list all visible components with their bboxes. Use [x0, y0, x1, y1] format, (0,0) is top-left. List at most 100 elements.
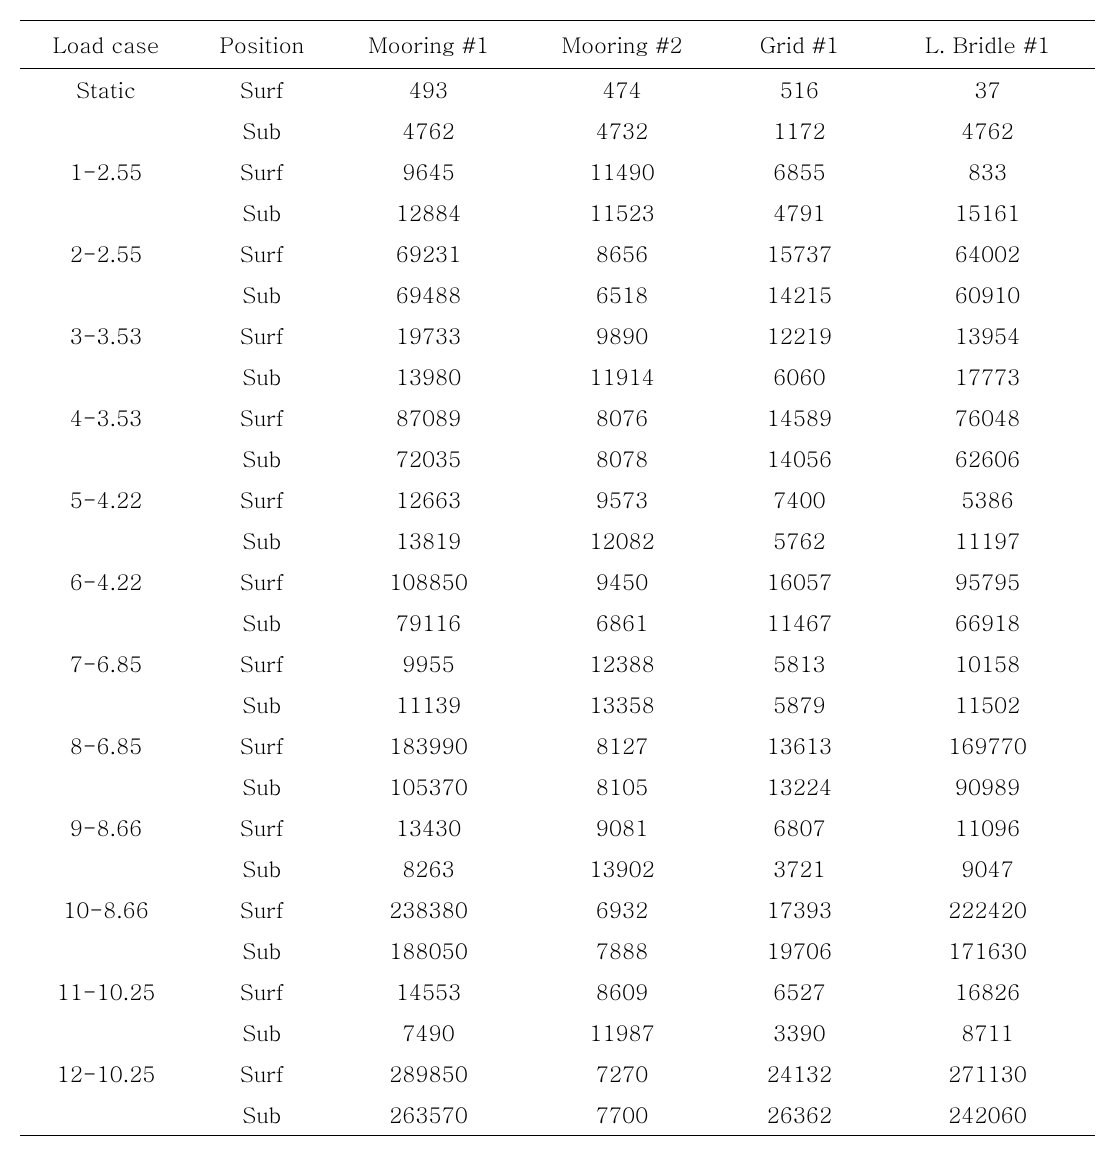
table-row: Sub1381912082576211197 — [20, 520, 1095, 561]
cell-grid-1: 24132 — [719, 1053, 880, 1094]
cell-mooring-1: 69231 — [332, 233, 526, 274]
cell-position: Sub — [192, 438, 332, 479]
cell-mooring-1: 87089 — [332, 397, 526, 438]
cell-position: Sub — [192, 602, 332, 643]
cell-grid-1: 3390 — [719, 1012, 880, 1053]
cell-l-bridle-1: 10158 — [880, 643, 1095, 684]
cell-mooring-1: 19733 — [332, 315, 526, 356]
cell-l-bridle-1: 11197 — [880, 520, 1095, 561]
table-row: Sub82631390237219047 — [20, 848, 1095, 889]
cell-l-bridle-1: 16826 — [880, 971, 1095, 1012]
cell-position: Surf — [192, 315, 332, 356]
cell-grid-1: 11467 — [719, 602, 880, 643]
cell-mooring-2: 12388 — [525, 643, 719, 684]
cell-grid-1: 14215 — [719, 274, 880, 315]
cell-load-case: 11-10.25 — [20, 971, 192, 1012]
cell-l-bridle-1: 37 — [880, 69, 1095, 111]
cell-mooring-1: 12663 — [332, 479, 526, 520]
cell-mooring-2: 7700 — [525, 1094, 719, 1136]
cell-mooring-2: 13902 — [525, 848, 719, 889]
cell-load-case — [20, 274, 192, 315]
cell-position: Surf — [192, 151, 332, 192]
cell-l-bridle-1: 833 — [880, 151, 1095, 192]
cell-mooring-1: 108850 — [332, 561, 526, 602]
cell-mooring-1: 493 — [332, 69, 526, 111]
cell-grid-1: 6060 — [719, 356, 880, 397]
cell-grid-1: 5762 — [719, 520, 880, 561]
cell-grid-1: 16057 — [719, 561, 880, 602]
cell-grid-1: 12219 — [719, 315, 880, 356]
col-header-mooring-2: Mooring #2 — [525, 21, 719, 69]
cell-grid-1: 6855 — [719, 151, 880, 192]
cell-mooring-1: 79116 — [332, 602, 526, 643]
cell-mooring-2: 9573 — [525, 479, 719, 520]
cell-mooring-2: 8656 — [525, 233, 719, 274]
cell-position: Surf — [192, 971, 332, 1012]
cell-mooring-2: 11987 — [525, 1012, 719, 1053]
cell-l-bridle-1: 13954 — [880, 315, 1095, 356]
cell-mooring-2: 8078 — [525, 438, 719, 479]
cell-load-case — [20, 438, 192, 479]
cell-load-case: 6-4.22 — [20, 561, 192, 602]
cell-position: Surf — [192, 561, 332, 602]
cell-l-bridle-1: 222420 — [880, 889, 1095, 930]
cell-position: Surf — [192, 1053, 332, 1094]
cell-grid-1: 15737 — [719, 233, 880, 274]
cell-l-bridle-1: 171630 — [880, 930, 1095, 971]
cell-mooring-1: 72035 — [332, 438, 526, 479]
cell-mooring-1: 183990 — [332, 725, 526, 766]
cell-mooring-2: 4732 — [525, 110, 719, 151]
cell-grid-1: 13224 — [719, 766, 880, 807]
col-header-l-bridle-1: L. Bridle #1 — [880, 21, 1095, 69]
cell-load-case — [20, 1012, 192, 1053]
cell-position: Surf — [192, 69, 332, 111]
cell-load-case: 1-2.55 — [20, 151, 192, 192]
cell-position: Sub — [192, 684, 332, 725]
table-row: Sub1288411523479115161 — [20, 192, 1095, 233]
cell-load-case: 12-10.25 — [20, 1053, 192, 1094]
cell-position: Surf — [192, 889, 332, 930]
cell-grid-1: 19706 — [719, 930, 880, 971]
cell-load-case — [20, 520, 192, 561]
table-row: 9-8.66Surf134309081680711096 — [20, 807, 1095, 848]
cell-mooring-2: 11914 — [525, 356, 719, 397]
cell-mooring-1: 4762 — [332, 110, 526, 151]
cell-position: Sub — [192, 848, 332, 889]
cell-position: Sub — [192, 110, 332, 151]
cell-load-case — [20, 684, 192, 725]
cell-position: Sub — [192, 1012, 332, 1053]
table-row: Sub6948865181421560910 — [20, 274, 1095, 315]
table-row: 11-10.25Surf145538609652716826 — [20, 971, 1095, 1012]
cell-mooring-1: 8263 — [332, 848, 526, 889]
cell-grid-1: 516 — [719, 69, 880, 111]
table-row: 6-4.22Surf10885094501605795795 — [20, 561, 1095, 602]
cell-load-case — [20, 192, 192, 233]
cell-grid-1: 26362 — [719, 1094, 880, 1136]
table-row: Sub188050788819706171630 — [20, 930, 1095, 971]
col-header-grid-1: Grid #1 — [719, 21, 880, 69]
cell-l-bridle-1: 95795 — [880, 561, 1095, 602]
cell-load-case — [20, 356, 192, 397]
table-row: StaticSurf49347451637 — [20, 69, 1095, 111]
table-row: 4-3.53Surf8708980761458976048 — [20, 397, 1095, 438]
cell-position: Sub — [192, 192, 332, 233]
cell-mooring-2: 11490 — [525, 151, 719, 192]
table-row: 8-6.85Surf183990812713613169770 — [20, 725, 1095, 766]
cell-mooring-1: 13980 — [332, 356, 526, 397]
cell-mooring-1: 105370 — [332, 766, 526, 807]
cell-position: Sub — [192, 930, 332, 971]
table-row: Sub1113913358587911502 — [20, 684, 1095, 725]
cell-mooring-2: 9081 — [525, 807, 719, 848]
cell-mooring-2: 8105 — [525, 766, 719, 807]
table-row: 12-10.25Surf289850727024132271130 — [20, 1053, 1095, 1094]
cell-mooring-2: 8127 — [525, 725, 719, 766]
table-row: 1-2.55Surf9645114906855833 — [20, 151, 1095, 192]
cell-mooring-1: 188050 — [332, 930, 526, 971]
table-row: Sub7203580781405662606 — [20, 438, 1095, 479]
cell-position: Sub — [192, 520, 332, 561]
cell-position: Surf — [192, 479, 332, 520]
cell-l-bridle-1: 15161 — [880, 192, 1095, 233]
cell-load-case: 2-2.55 — [20, 233, 192, 274]
cell-load-case — [20, 110, 192, 151]
cell-l-bridle-1: 271130 — [880, 1053, 1095, 1094]
